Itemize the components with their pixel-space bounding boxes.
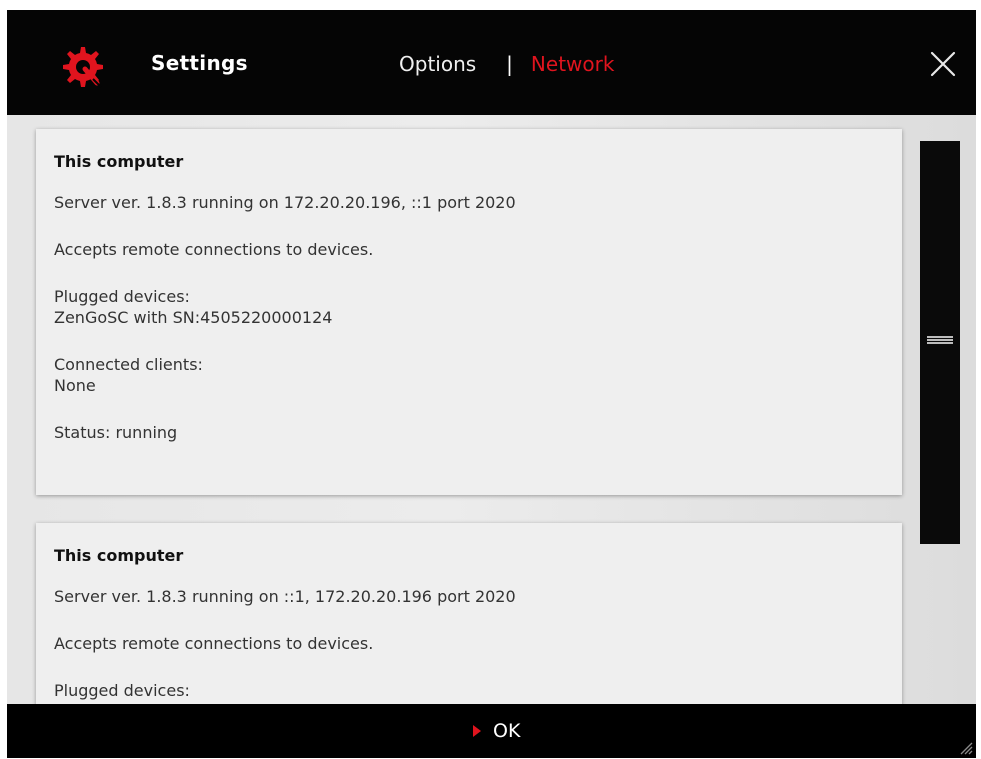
close-icon[interactable] (929, 50, 957, 78)
tab-options[interactable]: Options (399, 52, 476, 76)
window-title: Settings (151, 51, 248, 75)
network-server-list: This computer Server ver. 1.8.3 running … (7, 115, 976, 704)
scrollbar-grip-icon[interactable] (927, 336, 953, 345)
tab-separator: | (506, 52, 513, 76)
server-card: This computer Server ver. 1.8.3 running … (36, 129, 902, 495)
vertical-scrollbar[interactable] (920, 141, 960, 544)
settings-window: Settings Options | Network This computer S… (7, 10, 976, 758)
resize-grip-icon[interactable] (953, 735, 973, 755)
ok-button[interactable]: OK (467, 714, 526, 748)
remote-connections-note: Accepts remote connections to devices. (54, 240, 374, 259)
server-info: Server ver. 1.8.3 running on 172.20.20.1… (54, 193, 516, 212)
server-card-title: This computer (54, 546, 184, 565)
connected-clients-label: Connected clients: (54, 355, 203, 374)
server-card-title: This computer (54, 152, 184, 171)
title-bar: Settings Options | Network (7, 10, 976, 115)
server-card: This computer Server ver. 1.8.3 running … (36, 523, 902, 704)
plugged-devices-label: Plugged devices: (54, 287, 190, 306)
plugged-devices-value: ZenGoSC with SN:4505220000124 (54, 308, 333, 327)
gear-icon (63, 47, 103, 88)
tab-network[interactable]: Network (531, 52, 615, 76)
server-info: Server ver. 1.8.3 running on ::1, 172.20… (54, 587, 516, 606)
server-status: Status: running (54, 423, 178, 442)
play-arrow-icon (473, 725, 481, 737)
ok-button-label: OK (493, 720, 521, 742)
remote-connections-note: Accepts remote connections to devices. (54, 634, 374, 653)
plugged-devices-label: Plugged devices: (54, 681, 190, 700)
footer-bar: OK (7, 704, 976, 758)
connected-clients-value: None (54, 376, 96, 395)
tab-bar: Options | Network (399, 52, 614, 76)
